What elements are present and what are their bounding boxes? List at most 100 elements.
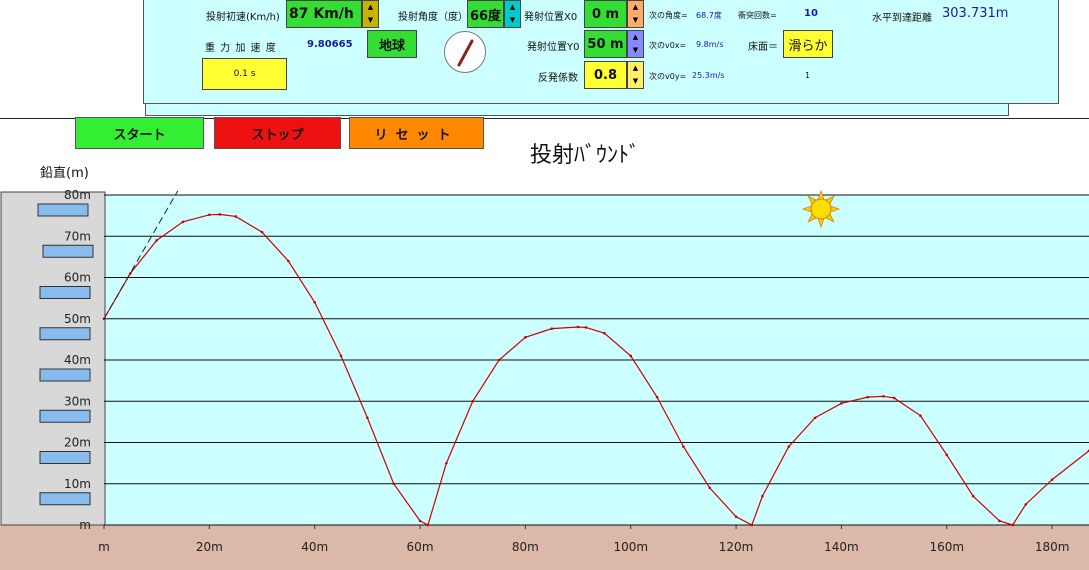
ruler-marker	[42, 244, 94, 258]
y-tick-label: 60m	[64, 271, 91, 285]
trajectory-point	[813, 416, 817, 420]
ruler-marker	[39, 368, 91, 382]
distance-value: 303.731m	[942, 6, 1009, 21]
angle-dial[interactable]	[444, 31, 486, 73]
x-tick-label: 60m	[407, 540, 434, 554]
x-tick-label: 180m	[1035, 540, 1070, 554]
restitution-field[interactable]: 0.8	[584, 61, 627, 89]
restitution-spinner[interactable]: ▲ ▼	[627, 61, 644, 89]
trajectory-point	[550, 327, 554, 330]
y0-label: 発射位置Y0	[527, 42, 580, 53]
trajectory-point	[682, 445, 685, 448]
sun-icon	[801, 189, 841, 229]
trajectory-point	[576, 325, 580, 329]
x0-spinner[interactable]: ▲ ▼	[627, 0, 644, 28]
ground	[0, 525, 1089, 570]
x-tick-label: 120m	[719, 540, 754, 554]
trajectory-point	[155, 239, 158, 242]
gravity-label: 重 力 加 速 度	[205, 43, 277, 54]
velocity-label: 投射初速(Km/h)	[206, 12, 280, 23]
y-tick-label: 10m	[64, 477, 91, 491]
y0-down-icon[interactable]: ▼	[628, 44, 643, 57]
projectile-chart: m 10m 20m 30m 40m 50m 60m 70m 80m m 20m 40m 60m 80m 10…	[0, 188, 1089, 570]
next-v0x-value: 9.8m/s	[696, 40, 724, 49]
trajectory-point	[260, 230, 264, 234]
next-v0y-label: 次のv0y=	[649, 72, 687, 81]
y-tick-label: m	[79, 518, 91, 532]
y-tick-label: 40m	[64, 353, 91, 367]
trajectory-point	[708, 486, 712, 490]
trajectory-point	[750, 523, 754, 527]
y0-spinner[interactable]: ▲ ▼	[627, 30, 644, 58]
planet-button[interactable]: 地球	[367, 30, 417, 58]
trajectory-point	[426, 523, 430, 527]
angle-spinner[interactable]: ▲ ▼	[504, 0, 521, 28]
restitution-label: 反発係数	[538, 73, 578, 84]
angle-up-icon[interactable]: ▲	[505, 1, 520, 14]
ruler-marker	[39, 327, 91, 341]
y-tick-label: 70m	[64, 229, 91, 243]
angle-down-icon[interactable]: ▼	[505, 14, 520, 27]
trajectory-point	[366, 416, 369, 420]
x0-field[interactable]: 0 m	[584, 0, 627, 28]
ruler-marker	[39, 286, 91, 299]
velocity-down-icon[interactable]: ▼	[363, 14, 378, 27]
extra-value: 1	[805, 71, 811, 80]
ruler-marker	[39, 451, 91, 464]
restitution-down-icon[interactable]: ▼	[628, 75, 643, 88]
trajectory-point	[129, 272, 132, 275]
chart-title: 投射ﾊﾞｳﾝﾄﾞ	[530, 143, 641, 168]
trajectory-point	[218, 213, 222, 216]
y0-field[interactable]: 50 m	[584, 30, 627, 58]
trajectory-point	[584, 326, 588, 329]
reset-button[interactable]: リセット	[349, 117, 484, 149]
x0-down-icon[interactable]: ▼	[628, 14, 643, 27]
next-angle-label: 次の角度=	[649, 11, 688, 20]
trajectory-point	[181, 220, 185, 224]
restitution-up-icon[interactable]: ▲	[628, 62, 643, 75]
velocity-up-icon[interactable]: ▲	[363, 1, 378, 14]
floor-button[interactable]: 滑らか	[783, 30, 833, 58]
x-tick-label: m	[98, 540, 110, 554]
angle-label: 投射角度（度）	[398, 12, 468, 23]
dial-needle-icon	[457, 39, 474, 67]
x0-up-icon[interactable]: ▲	[628, 1, 643, 14]
trajectory-point	[234, 215, 237, 218]
y0-up-icon[interactable]: ▲	[628, 31, 643, 44]
gravity-value: 9.80665	[307, 39, 353, 50]
sun-disc	[810, 198, 832, 220]
collision-label: 衝突回数=	[738, 11, 777, 20]
ruler-marker	[37, 203, 89, 217]
x-tick-label: 80m	[512, 540, 539, 554]
ruler-marker	[39, 409, 91, 423]
stop-button[interactable]: ストップ	[214, 117, 341, 149]
trajectory-point	[919, 414, 922, 417]
trajectory-point	[1050, 478, 1054, 481]
x-tick-label: 140m	[824, 540, 859, 554]
trajectory-point	[655, 395, 659, 399]
trajectory-point	[629, 354, 633, 358]
floor-label: 床面＝	[748, 42, 778, 53]
trajectory-point	[1024, 503, 1028, 506]
trajectory-point	[445, 461, 448, 465]
trajectory-point	[866, 395, 870, 399]
trajectory-point	[471, 399, 475, 403]
velocity-spinner[interactable]: ▲ ▼	[362, 0, 379, 28]
next-v0x-label: 次のv0x=	[649, 41, 687, 50]
trajectory-point	[524, 336, 527, 339]
y-tick-label: 80m	[64, 188, 91, 202]
x-tick-label: 40m	[301, 540, 328, 554]
y-tick-label: 30m	[64, 394, 91, 408]
time-step-field[interactable]: 0.1 s	[202, 58, 287, 90]
angle-field[interactable]: 66度	[467, 0, 504, 28]
next-v0y-value: 25.3m/s	[692, 71, 725, 80]
start-button[interactable]: スタート	[75, 117, 204, 149]
ruler-marker	[39, 492, 91, 506]
y-tick-label: 50m	[64, 312, 91, 326]
x-tick-label: 160m	[929, 540, 964, 554]
trajectory-point	[998, 519, 1001, 523]
x-tick-label: 20m	[196, 540, 223, 554]
velocity-field[interactable]: 87 Km/h	[286, 0, 362, 28]
y-tick-label: 20m	[64, 436, 91, 450]
trajectory-point	[418, 519, 422, 523]
